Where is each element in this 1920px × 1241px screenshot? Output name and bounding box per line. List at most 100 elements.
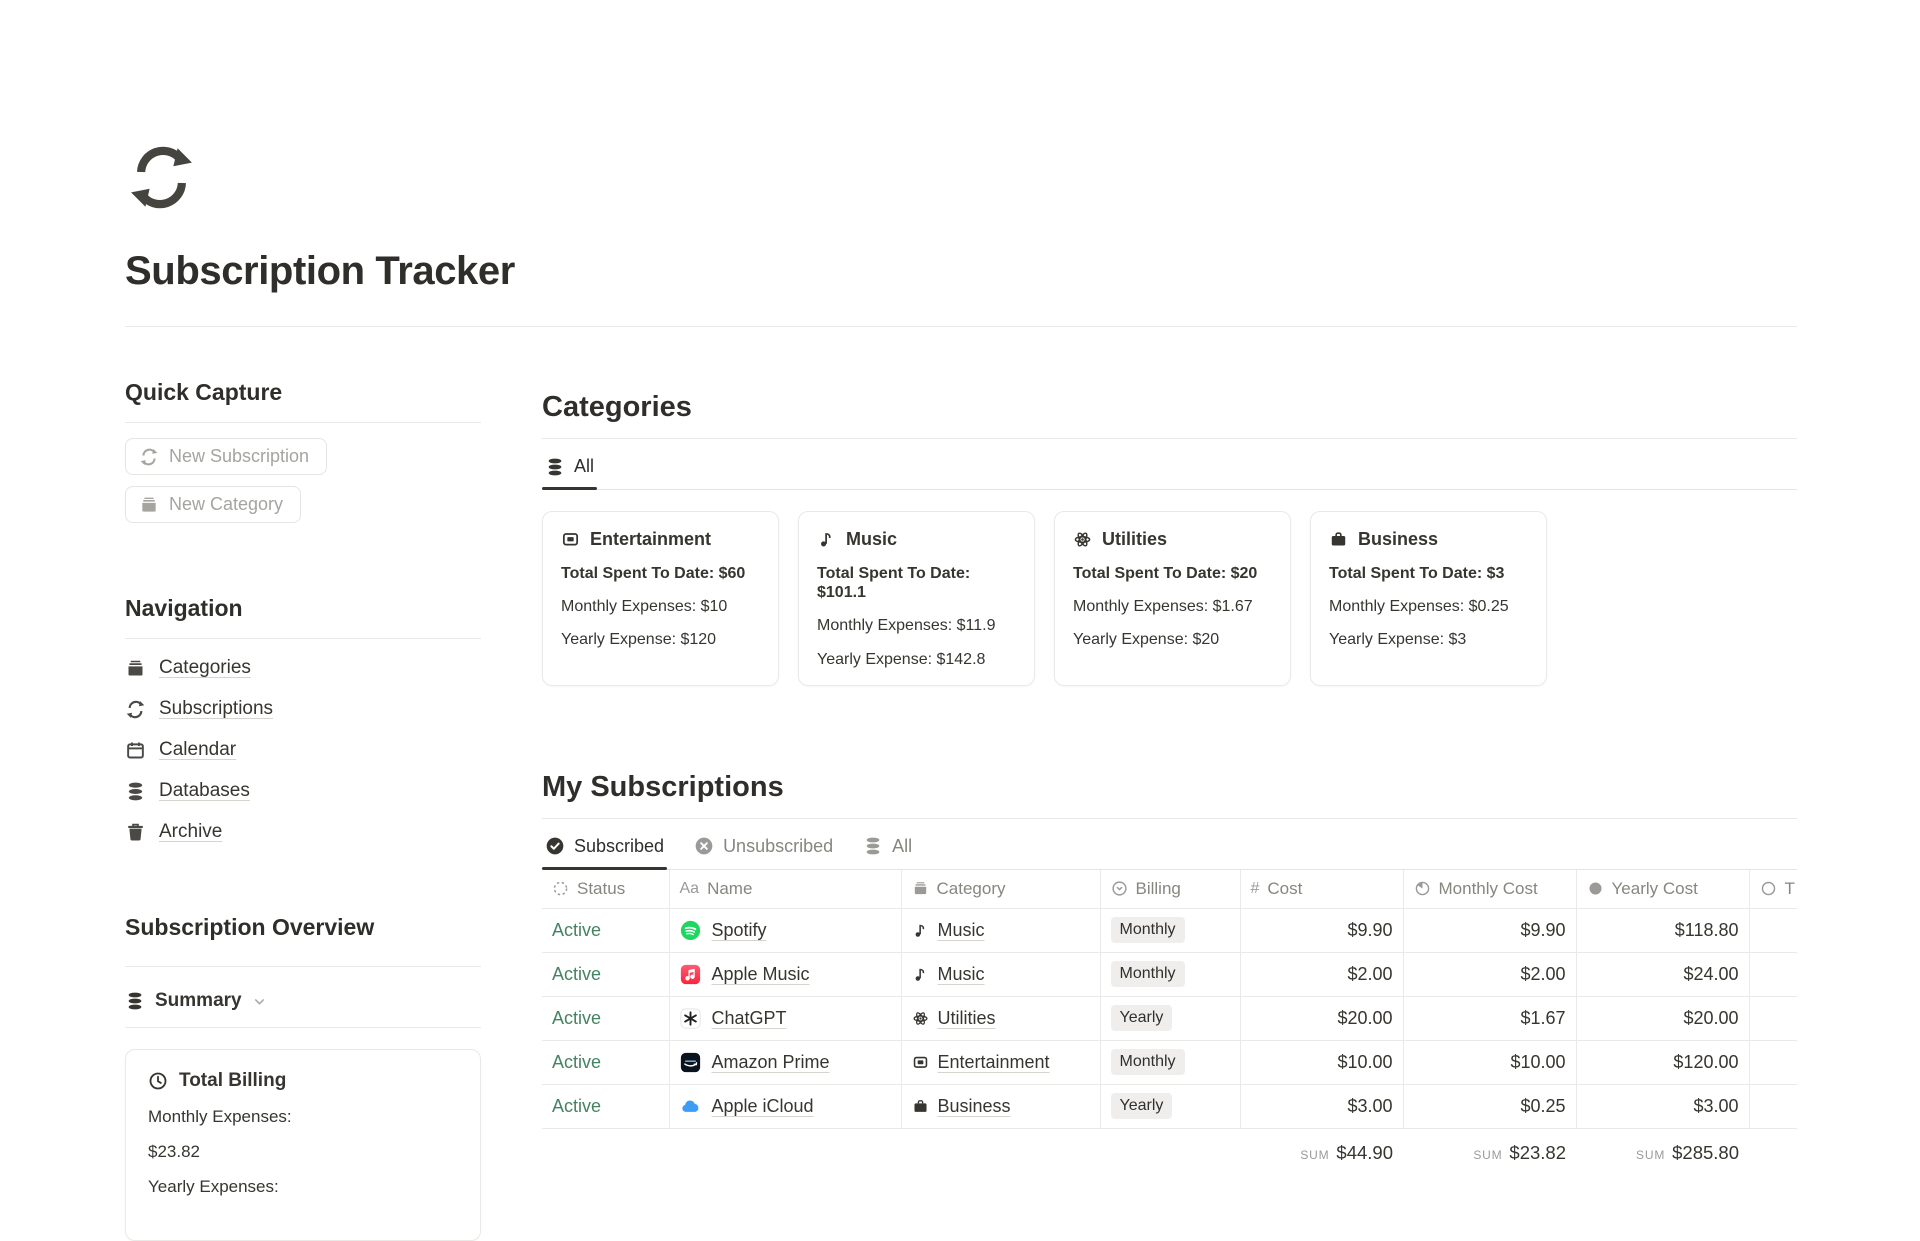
billing-tag[interactable]: Monthly (1111, 917, 1185, 943)
cost-cell[interactable]: $2.00 (1240, 952, 1403, 996)
total-spent: Total Spent To Date: $20 (1073, 564, 1272, 583)
billing-tag[interactable]: Yearly (1111, 1093, 1173, 1119)
yearly-cost-cell[interactable]: $24.00 (1576, 952, 1749, 996)
billing-tag[interactable]: Monthly (1111, 961, 1185, 987)
category-link[interactable]: Entertainment (938, 1052, 1050, 1073)
page-refresh-icon[interactable] (125, 141, 1797, 219)
status-cell[interactable]: Active (542, 996, 669, 1040)
monthly-cost-cell[interactable]: $1.67 (1403, 996, 1576, 1040)
sidebar-item-subscriptions[interactable]: Subscriptions (125, 697, 481, 721)
column-header-monthly-cost[interactable]: Monthly Cost (1403, 870, 1576, 909)
category-link[interactable]: Music (938, 920, 985, 941)
subscription-link[interactable]: Apple iCloud (712, 1096, 814, 1117)
column-header-category[interactable]: Category (901, 870, 1100, 909)
column-header-status[interactable]: Status (542, 870, 669, 909)
sidebar-item-archive[interactable]: Archive (125, 820, 481, 844)
truncated-cell[interactable] (1749, 908, 1797, 952)
sidebar-item-categories[interactable]: Categories (125, 656, 481, 680)
cost-cell[interactable]: $10.00 (1240, 1040, 1403, 1084)
nav-link-databases[interactable]: Databases (159, 780, 250, 802)
cost-cell[interactable]: $3.00 (1240, 1084, 1403, 1128)
tv-icon (561, 530, 580, 549)
yearly-cost-cell[interactable]: $3.00 (1576, 1084, 1749, 1128)
cost-cell[interactable]: $9.90 (1240, 908, 1403, 952)
category-link[interactable]: Utilities (938, 1008, 996, 1029)
status-cell[interactable]: Active (542, 1040, 669, 1084)
column-header-billing[interactable]: Billing (1100, 870, 1240, 909)
truncated-cell[interactable] (1749, 1040, 1797, 1084)
category-cell: Music (912, 920, 1090, 941)
yearly-cost-cell[interactable]: $118.80 (1576, 908, 1749, 952)
yearly-cost-cell[interactable]: $120.00 (1576, 1040, 1749, 1084)
monthly-cost-cell[interactable]: $0.25 (1403, 1084, 1576, 1128)
cost-cell[interactable]: $20.00 (1240, 996, 1403, 1040)
column-header-yearly-cost[interactable]: Yearly Cost (1576, 870, 1749, 909)
truncated-cell[interactable] (1749, 952, 1797, 996)
column-label: Cost (1267, 879, 1302, 899)
subscription-link[interactable]: Apple Music (712, 964, 810, 985)
nav-link-calendar[interactable]: Calendar (159, 739, 236, 761)
subscription-link[interactable]: ChatGPT (712, 1008, 787, 1029)
nav-link-categories[interactable]: Categories (159, 657, 251, 679)
column-header-name[interactable]: Aa Name (669, 870, 901, 909)
truncated-cell[interactable] (1749, 996, 1797, 1040)
table-row-spotify: Active Spotify Music Monthly $9.90 $9.90… (542, 908, 1797, 952)
new-category-button[interactable]: New Category (125, 486, 301, 523)
yearly-cost-cell[interactable]: $20.00 (1576, 996, 1749, 1040)
briefcase-icon (1329, 530, 1348, 549)
check-circle-icon (545, 836, 565, 856)
status-cell[interactable]: Active (542, 1084, 669, 1128)
billing-tag[interactable]: Yearly (1111, 1005, 1173, 1031)
sidebar-item-calendar[interactable]: Calendar (125, 738, 481, 762)
divider (125, 422, 481, 423)
category-card-business[interactable]: Business Total Spent To Date: $3 Monthly… (1310, 511, 1547, 686)
column-label: Billing (1136, 879, 1181, 899)
total-billing-card[interactable]: Total Billing Monthly Expenses: $23.82 Y… (125, 1049, 481, 1241)
summary-view-selector[interactable]: Summary (125, 989, 481, 1013)
nav-link-archive[interactable]: Archive (159, 821, 222, 843)
clock-icon (148, 1071, 168, 1091)
monthly-expenses-label: Monthly Expenses: (148, 1107, 458, 1127)
category-card-music[interactable]: Music Total Spent To Date: $101.1 Monthl… (798, 511, 1035, 686)
apple-music-icon (680, 964, 701, 985)
tab-subscribed[interactable]: Subscribed (542, 819, 667, 869)
sum-yearly-value: $285.80 (1672, 1142, 1739, 1163)
total-spent: Total Spent To Date: $60 (561, 564, 760, 583)
monthly-expenses: Monthly Expenses: $10 (561, 597, 760, 616)
billing-tag[interactable]: Monthly (1111, 1049, 1185, 1075)
divider (125, 966, 481, 967)
subscription-link[interactable]: Spotify (712, 920, 767, 941)
status-cell[interactable]: Active (542, 908, 669, 952)
database-icon (125, 991, 145, 1011)
sum-cost[interactable]: SUM$44.90 (1240, 1128, 1403, 1164)
outline-circle-icon (1760, 880, 1777, 897)
tab-all-subscriptions[interactable]: All (860, 819, 915, 869)
category-card-utilities[interactable]: Utilities Total Spent To Date: $20 Month… (1054, 511, 1291, 686)
column-header-truncated[interactable]: T (1749, 870, 1797, 909)
name-cell: Amazon Prime (680, 1052, 891, 1073)
total-spent: Total Spent To Date: $101.1 (817, 564, 1016, 602)
category-name: Entertainment (590, 529, 711, 550)
sum-yearly-cost[interactable]: SUM$285.80 (1576, 1128, 1749, 1164)
new-subscription-button[interactable]: New Subscription (125, 438, 327, 475)
sidebar-item-databases[interactable]: Databases (125, 779, 481, 803)
subscription-link[interactable]: Amazon Prime (712, 1052, 830, 1073)
category-link[interactable]: Business (938, 1096, 1011, 1117)
spotify-icon (680, 920, 701, 941)
column-header-cost[interactable]: # Cost (1240, 870, 1403, 909)
chevron-down-icon (252, 994, 267, 1009)
monthly-cost-cell[interactable]: $10.00 (1403, 1040, 1576, 1084)
tab-all-categories[interactable]: All (542, 439, 597, 489)
name-cell: Spotify (680, 920, 891, 941)
yearly-expense: Yearly Expense: $20 (1073, 630, 1272, 649)
tab-unsubscribed[interactable]: Unsubscribed (691, 819, 836, 869)
monthly-cost-cell[interactable]: $9.90 (1403, 908, 1576, 952)
truncated-cell[interactable] (1749, 1084, 1797, 1128)
category-card-entertainment[interactable]: Entertainment Total Spent To Date: $60 M… (542, 511, 779, 686)
nav-link-subscriptions[interactable]: Subscriptions (159, 698, 273, 720)
status-cell[interactable]: Active (542, 952, 669, 996)
sum-label: SUM (1473, 1148, 1502, 1162)
sum-monthly-cost[interactable]: SUM$23.82 (1403, 1128, 1576, 1164)
category-link[interactable]: Music (938, 964, 985, 985)
monthly-cost-cell[interactable]: $2.00 (1403, 952, 1576, 996)
